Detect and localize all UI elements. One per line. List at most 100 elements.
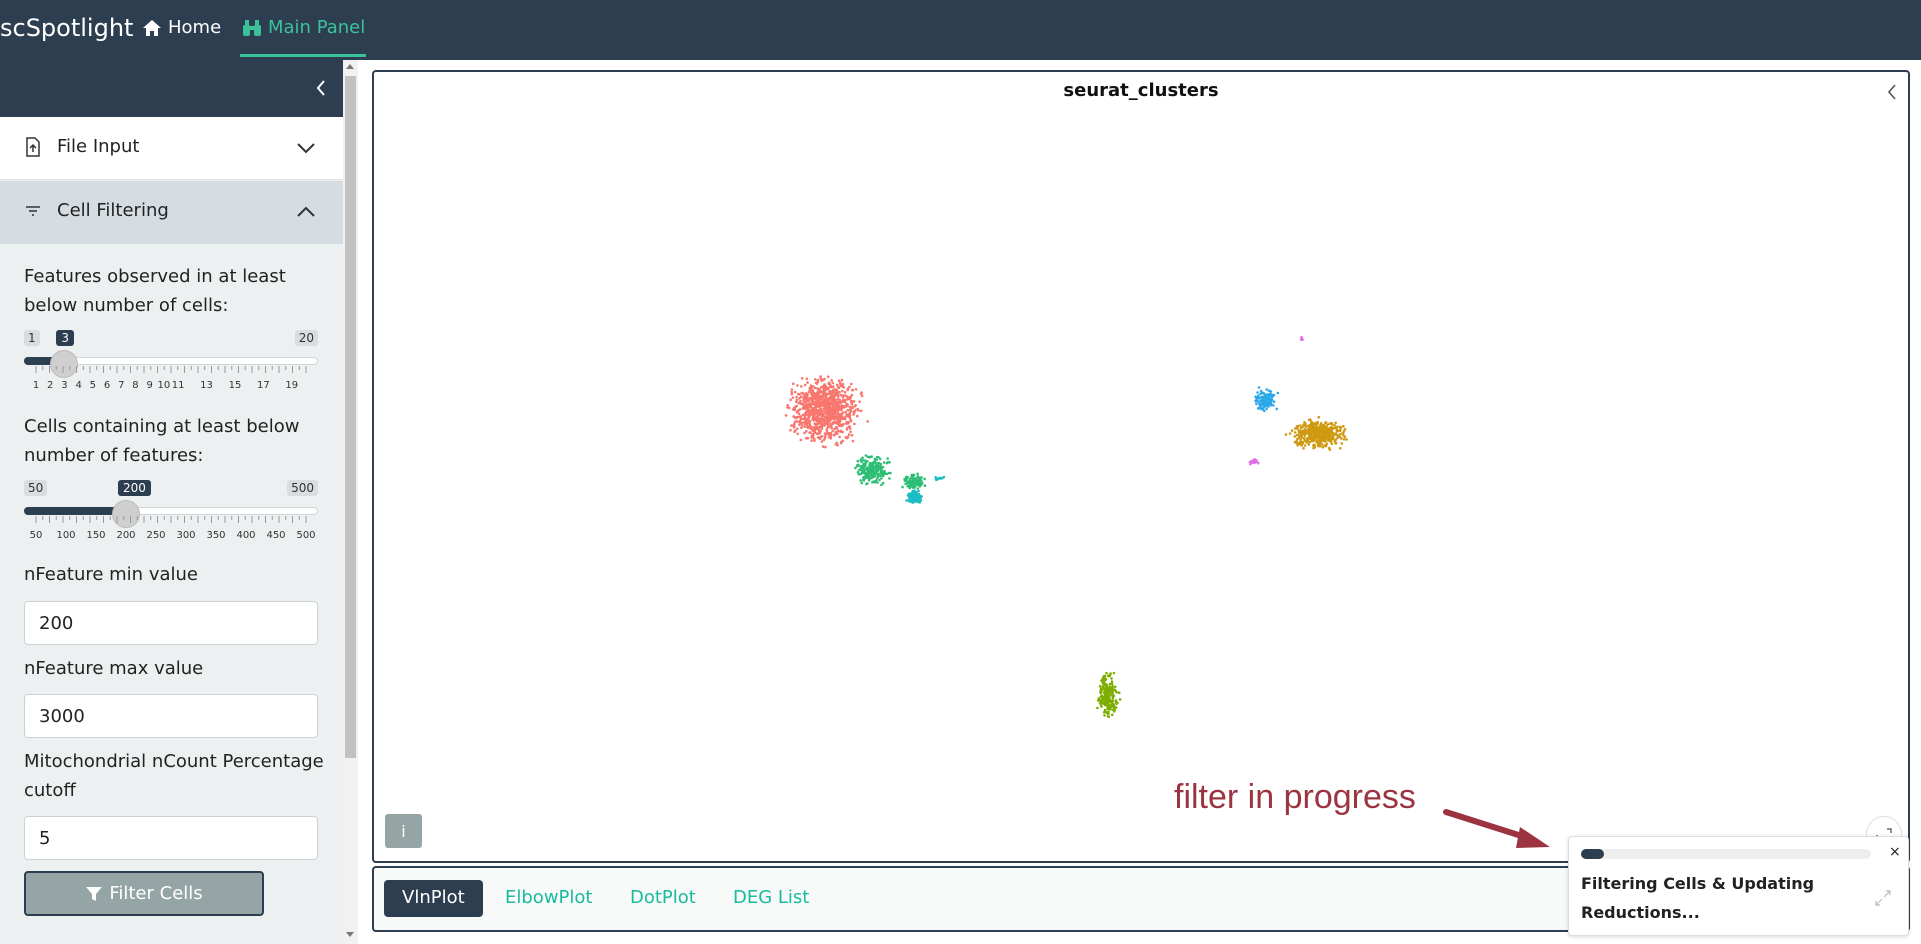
notification-close-button[interactable]: × (1889, 844, 1901, 860)
cell-point (1316, 420, 1319, 424)
cell-point (828, 413, 832, 416)
scroll-down-arrow-icon[interactable] (346, 932, 354, 937)
mito-cutoff-input[interactable]: 5 (24, 816, 318, 860)
cell-point (820, 402, 823, 405)
nfeature-min-input[interactable]: 200 (24, 601, 318, 645)
cell-point (806, 392, 809, 396)
cell-point (843, 390, 847, 394)
cell-point (845, 422, 848, 425)
cell-point (1106, 707, 1110, 711)
features-slider[interactable]: 1 3 20 1 2 3 4 5 6 7 8 9 10 11 13 15 17 19 (24, 330, 318, 400)
cells-slider-label: Cells containing at least below number o… (24, 416, 300, 466)
cluster-1 (854, 454, 892, 487)
cell-point (838, 435, 841, 439)
chevron-left-icon[interactable] (1885, 82, 1899, 102)
cell-point (1336, 425, 1339, 429)
slider-tick-label: 500 (296, 530, 315, 541)
cell-point (830, 379, 833, 382)
cell-point (844, 410, 847, 414)
cell-point (860, 394, 864, 398)
scrollbar-thumb[interactable] (345, 76, 356, 758)
cell-point (1325, 436, 1328, 439)
slider-tick-label: 250 (146, 530, 165, 541)
slider-tick-label: 11 (172, 380, 185, 391)
cell-point (829, 434, 833, 438)
cell-point (826, 413, 829, 417)
cell-point (1320, 438, 1323, 442)
cell-point (908, 477, 912, 481)
cell-point (817, 402, 821, 406)
cell-point (854, 404, 857, 407)
cell-point (846, 388, 849, 392)
cell-point (796, 420, 799, 423)
sidebar: File Input Cell Filtering Features obser… (0, 60, 343, 944)
cell-point (803, 425, 806, 429)
cell-point (808, 402, 812, 405)
cell-point (805, 377, 809, 381)
cell-point (818, 396, 822, 400)
nav-home-link[interactable]: Home (142, 17, 221, 38)
cell-point (792, 407, 796, 410)
cluster-3 (1254, 386, 1280, 413)
chevron-left-icon[interactable] (314, 78, 328, 98)
cell-point (839, 393, 843, 397)
cell-point (879, 464, 882, 468)
cell-point (803, 412, 807, 415)
tab-vlnplot[interactable]: VlnPlot (384, 880, 483, 917)
cell-point (797, 412, 801, 416)
features-slider-min: 1 (24, 330, 40, 346)
chevron-up-icon (297, 206, 315, 217)
cell-point (1258, 406, 1261, 410)
mito-cutoff-label: Mitochondrial nCount Percentage cutoff (24, 751, 324, 801)
cell-point (852, 413, 855, 416)
cell-point (1100, 688, 1104, 692)
cell-point (1329, 438, 1333, 442)
progress-notification: × Filtering Cells & Updating Reductions.… (1568, 836, 1909, 936)
cell-point (863, 459, 867, 462)
cell-point (853, 422, 856, 426)
cells-slider[interactable]: 50 200 500 50 100 150 200 250 300 350 400 450 500 (24, 480, 318, 550)
app-brand[interactable]: scSpotlight (0, 14, 133, 42)
accordion-cell-filtering[interactable]: Cell Filtering (0, 181, 343, 244)
accordion-file-input[interactable]: File Input (0, 117, 343, 180)
cell-point (840, 378, 844, 382)
cell-point (814, 393, 817, 397)
cell-point (1107, 697, 1110, 700)
filter-cells-button[interactable]: Filter Cells (24, 871, 264, 916)
notification-progress-track (1581, 849, 1871, 859)
cell-point (868, 471, 871, 475)
scroll-up-arrow-icon[interactable] (346, 64, 354, 69)
nfeature-max-input[interactable]: 3000 (24, 694, 318, 738)
tab-elbowplot[interactable]: ElbowPlot (487, 880, 610, 917)
info-button[interactable]: i (385, 814, 422, 848)
cell-point (858, 468, 861, 472)
cell-point (1098, 684, 1102, 688)
cluster-6-outlier (1300, 336, 1304, 341)
cell-point (823, 406, 826, 410)
nav-main-panel-link[interactable]: Main Panel (242, 17, 365, 38)
cell-point (906, 484, 909, 488)
cell-point (1250, 459, 1254, 463)
tab-deg-list[interactable]: DEG List (715, 880, 827, 917)
cell-point (818, 391, 822, 394)
cell-point (1316, 426, 1319, 429)
cell-point (1097, 697, 1101, 700)
cell-point (798, 393, 801, 396)
cell-point (908, 486, 911, 490)
cell-point (836, 397, 840, 401)
tab-dotplot[interactable]: DotPlot (612, 880, 714, 917)
cell-point (787, 406, 791, 410)
sidebar-scrollbar[interactable] (343, 60, 358, 944)
notification-message: Filtering Cells & Updating Reductions... (1581, 874, 1815, 922)
cell-point (912, 477, 915, 480)
cell-point (824, 445, 827, 449)
cell-point (916, 475, 919, 478)
cell-point (1342, 431, 1345, 435)
cell-point (880, 477, 883, 480)
cell-point (811, 417, 814, 421)
cell-point (1309, 418, 1312, 422)
cell-point (850, 382, 853, 386)
cell-point (866, 420, 869, 423)
cell-point (1096, 706, 1099, 710)
cell-point (863, 464, 867, 467)
